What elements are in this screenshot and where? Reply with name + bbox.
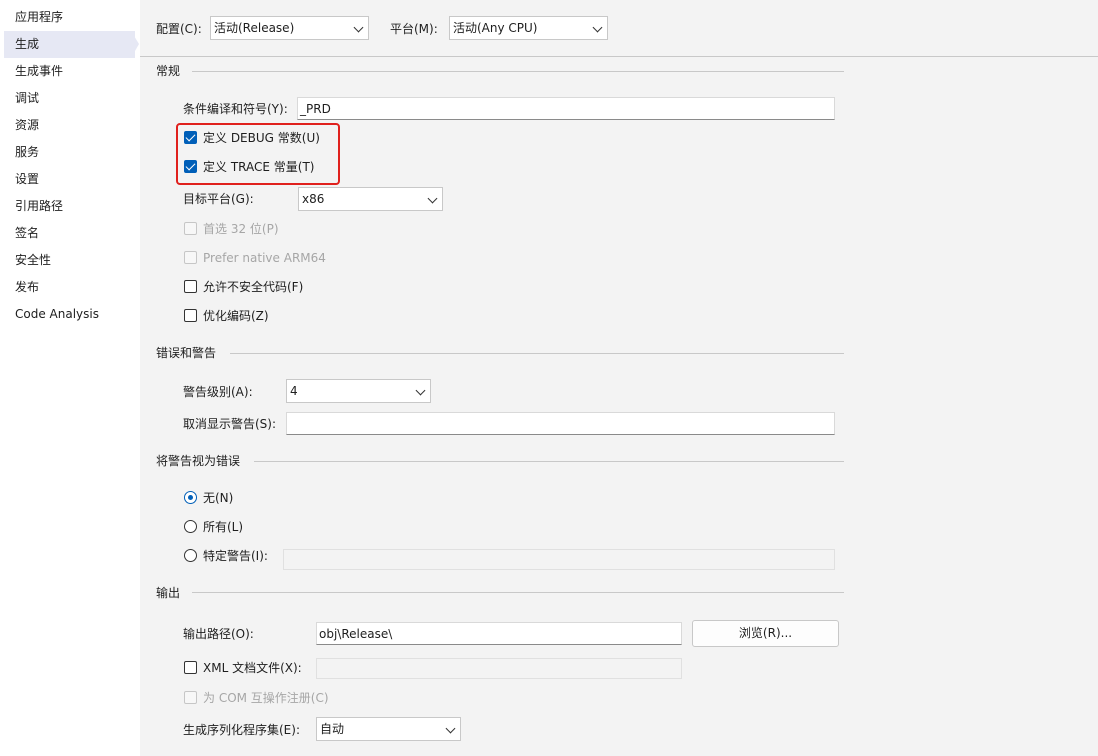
sidebar-item-settings[interactable]: 设置 <box>4 166 135 193</box>
browse-button[interactable]: 浏览(R)... <box>692 620 839 647</box>
define-trace-label: 定义 TRACE 常量(T) <box>203 160 315 174</box>
prefer-32bit-label: 首选 32 位(P) <box>203 222 279 236</box>
treat-none-radio[interactable] <box>184 491 197 504</box>
sidebar-item-debug[interactable]: 调试 <box>4 85 135 112</box>
platform-select[interactable]: 活动(Any CPU) <box>449 16 608 40</box>
com-register-label: 为 COM 互操作注册(C) <box>203 691 329 705</box>
allow-unsafe-checkbox[interactable] <box>184 280 197 293</box>
sidebar-item-code-analysis[interactable]: Code Analysis <box>4 301 135 328</box>
treat-all-label: 所有(L) <box>203 520 244 534</box>
output-path-input[interactable]: obj\Release\ <box>316 622 682 645</box>
symbols-input[interactable]: _PRD <box>297 97 835 120</box>
config-label: 配置(C): <box>156 22 202 36</box>
output-path-value: obj\Release\ <box>319 627 393 641</box>
target-platform-value: x86 <box>302 192 325 206</box>
section-divider <box>230 353 844 354</box>
treat-specific-radio[interactable] <box>184 549 197 562</box>
warning-level-select[interactable]: 4 <box>286 379 431 403</box>
chevron-down-icon <box>353 22 364 33</box>
section-divider <box>254 461 844 462</box>
define-debug-checkbox[interactable] <box>184 131 197 144</box>
config-select-value: 活动(Release) <box>214 21 295 35</box>
serialize-value: 自动 <box>320 722 345 736</box>
suppress-warnings-label: 取消显示警告(S): <box>183 417 277 431</box>
target-platform-select[interactable]: x86 <box>298 187 443 211</box>
optimize-checkbox[interactable] <box>184 309 197 322</box>
prefer-arm64-checkbox <box>184 251 197 264</box>
define-trace-checkbox[interactable] <box>184 160 197 173</box>
sidebar-item-build[interactable]: 生成 <box>4 31 139 58</box>
output-path-label: 输出路径(O): <box>183 627 254 641</box>
section-divider <box>192 71 844 72</box>
platform-label: 平台(M): <box>390 22 438 36</box>
serialize-label: 生成序列化程序集(E): <box>183 723 300 737</box>
chevron-down-icon <box>445 723 456 734</box>
com-register-checkbox <box>184 691 197 704</box>
section-divider <box>192 592 844 593</box>
define-debug-label: 定义 DEBUG 常数(U) <box>203 131 320 145</box>
section-title-output: 输出 <box>156 586 181 600</box>
config-select[interactable]: 活动(Release) <box>210 16 369 40</box>
target-platform-label: 目标平台(G): <box>183 192 254 206</box>
section-title-general: 常规 <box>156 64 181 78</box>
sidebar-item-resources[interactable]: 资源 <box>4 112 135 139</box>
xml-doc-checkbox[interactable] <box>184 661 197 674</box>
xml-doc-input <box>316 658 682 679</box>
sidebar-item-application[interactable]: 应用程序 <box>4 4 135 31</box>
optimize-label: 优化编码(Z) <box>203 309 269 323</box>
toolbar-divider <box>140 56 1098 57</box>
section-title-treat-warnings: 将警告视为错误 <box>156 454 241 468</box>
allow-unsafe-label: 允许不安全代码(F) <box>203 280 304 294</box>
chevron-down-icon <box>592 22 603 33</box>
sidebar-item-publish[interactable]: 发布 <box>4 274 135 301</box>
symbols-label: 条件编译和符号(Y): <box>183 102 288 116</box>
treat-specific-label: 特定警告(I): <box>203 549 268 563</box>
prefer-32bit-checkbox <box>184 222 197 235</box>
warning-level-value: 4 <box>290 384 298 398</box>
sidebar-item-build-events[interactable]: 生成事件 <box>4 58 135 85</box>
sidebar-item-security[interactable]: 安全性 <box>4 247 135 274</box>
xml-doc-label: XML 文档文件(X): <box>203 661 302 675</box>
section-title-errors: 错误和警告 <box>156 346 217 360</box>
specific-warnings-input <box>283 549 835 570</box>
treat-all-radio[interactable] <box>184 520 197 533</box>
symbols-input-value: _PRD <box>300 102 331 116</box>
suppress-warnings-input[interactable] <box>286 412 835 435</box>
chevron-down-icon <box>427 193 438 204</box>
sidebar-item-signing[interactable]: 签名 <box>4 220 135 247</box>
platform-select-value: 活动(Any CPU) <box>453 21 538 35</box>
serialize-select[interactable]: 自动 <box>316 717 461 741</box>
sidebar-nav: 应用程序 生成 生成事件 调试 资源 服务 设置 引用路径 签名 安全性 发布 … <box>0 0 140 756</box>
warning-level-label: 警告级别(A): <box>183 385 253 399</box>
prefer-arm64-label: Prefer native ARM64 <box>203 251 326 265</box>
sidebar-item-services[interactable]: 服务 <box>4 139 135 166</box>
chevron-down-icon <box>415 385 426 396</box>
sidebar-item-reference-paths[interactable]: 引用路径 <box>4 193 135 220</box>
treat-none-label: 无(N) <box>203 491 234 505</box>
